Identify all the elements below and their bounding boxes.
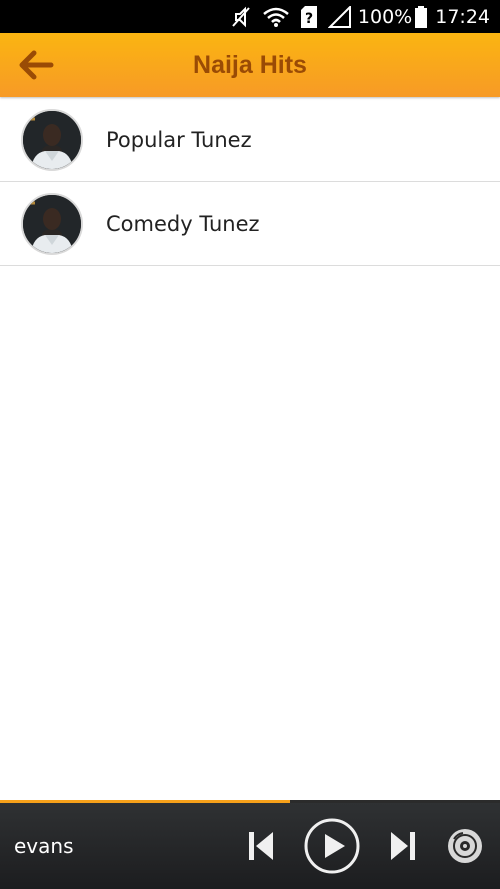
artist-avatar — [21, 193, 83, 255]
app-bar: Naija Hits — [0, 33, 500, 97]
back-button[interactable] — [14, 45, 58, 85]
disc-button[interactable] — [444, 825, 486, 867]
sim-unknown-icon: ? — [300, 5, 318, 28]
list-item-popular-tunez[interactable]: Popular Tunez — [0, 98, 500, 182]
svg-text:?: ? — [305, 11, 313, 27]
battery-percentage: 100% — [357, 5, 413, 28]
play-icon — [304, 818, 360, 874]
signal-icon — [327, 5, 352, 28]
list-item-label: Popular Tunez — [106, 128, 252, 152]
arrow-left-icon — [19, 50, 54, 80]
play-button[interactable] — [302, 816, 362, 876]
mute-icon — [230, 6, 252, 28]
disc-icon — [448, 829, 482, 863]
wifi-icon — [262, 6, 290, 28]
list-item-comedy-tunez[interactable]: Comedy Tunez — [0, 182, 500, 266]
artist-avatar — [21, 109, 83, 171]
list-item-label: Comedy Tunez — [106, 212, 260, 236]
next-button[interactable] — [384, 826, 422, 866]
status-bar: ? 100% 17:24 — [0, 0, 500, 33]
page-title: Naija Hits — [193, 50, 307, 79]
now-playing-title: evans — [14, 834, 74, 858]
category-list: Popular Tunez Comedy Tunez — [0, 98, 500, 266]
next-icon — [391, 832, 415, 860]
battery-icon — [415, 5, 428, 28]
clock: 17:24 — [435, 5, 490, 28]
mini-player: evans — [0, 803, 500, 889]
previous-icon — [249, 832, 273, 860]
previous-button[interactable] — [242, 826, 280, 866]
